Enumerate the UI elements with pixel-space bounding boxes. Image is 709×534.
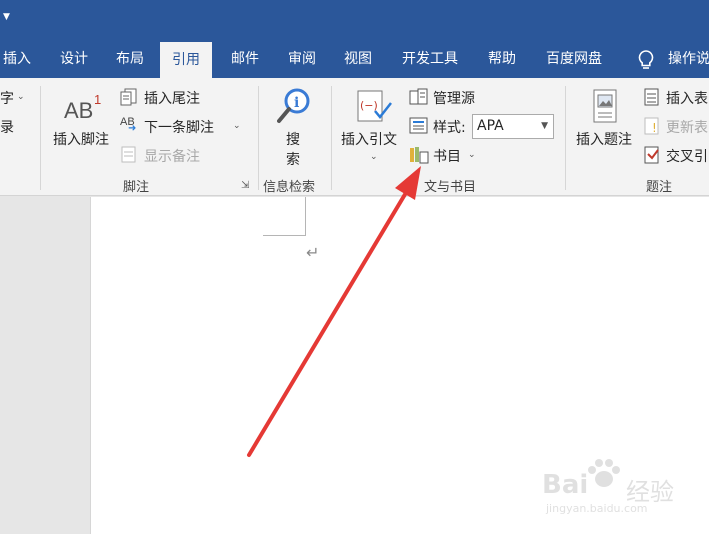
svg-text:(−): (−) (360, 99, 378, 112)
margin-marker-vertical (305, 197, 306, 235)
show-notes-button: 显示备注 (144, 149, 200, 165)
toc-partial-item[interactable]: 字 (0, 88, 14, 108)
cross-reference-button[interactable]: 交叉引 (666, 146, 708, 166)
svg-text:i: i (294, 95, 299, 111)
tab-view[interactable]: 视图 (341, 40, 375, 78)
research-group-label: 信息检索 (263, 180, 316, 195)
chevron-down-icon[interactable]: ⌄ (468, 150, 476, 160)
lightbulb-icon[interactable] (636, 49, 656, 71)
tab-help[interactable]: 帮助 (485, 40, 519, 78)
svg-text:!: ! (652, 121, 657, 135)
title-bar: ▼ (0, 0, 709, 40)
group-separator (565, 86, 566, 190)
dialog-launcher-icon[interactable]: ⇲ (241, 180, 249, 191)
insert-table-of-figures-icon[interactable] (644, 88, 660, 106)
group-separator (40, 86, 41, 190)
insert-citation-button[interactable]: 插入引文 (341, 129, 397, 149)
next-footnote-icon[interactable]: AB ➜ (120, 116, 142, 134)
bibliography-icon[interactable] (409, 146, 429, 164)
manage-sources-button[interactable]: 管理源 (433, 88, 475, 108)
tab-references[interactable]: 引用 (160, 42, 212, 78)
watermark-brand: Bai (542, 470, 589, 500)
group-separator (258, 86, 259, 190)
document-background (0, 197, 90, 534)
captions-group-label: 题注 (646, 180, 673, 195)
search-icon[interactable]: i (277, 86, 313, 126)
chevron-down-icon[interactable]: ⌄ (233, 121, 241, 131)
tab-review[interactable]: 审阅 (285, 40, 319, 78)
watermark-url: jingyan.baidu.com (546, 502, 648, 515)
margin-marker-horizontal (263, 235, 306, 236)
footnote-superscript: 1 (94, 92, 102, 107)
style-icon (409, 117, 428, 134)
ribbon-tab-bar: 插入 设计 布局 引用 邮件 审阅 视图 开发工具 帮助 百度网盘 (0, 40, 709, 78)
tab-design[interactable]: 设计 (57, 40, 91, 78)
insert-footnote-icon[interactable]: AB 1 (64, 92, 104, 124)
quick-access-dropdown-icon[interactable]: ▼ (3, 12, 10, 22)
insert-table-of-figures-button[interactable]: 插入表 (666, 88, 708, 108)
insert-footnote-button[interactable]: 插入脚注 (53, 129, 109, 149)
chevron-down-icon: ▼ (541, 121, 548, 131)
style-label: 样式: (433, 120, 466, 136)
search-button[interactable]: 搜 (286, 129, 300, 149)
insert-caption-button[interactable]: 插入题注 (576, 129, 632, 149)
paw-logo-icon (588, 459, 620, 487)
group-separator (331, 86, 332, 190)
tab-baidu-disk[interactable]: 百度网盘 (543, 40, 605, 78)
show-notes-icon (121, 146, 136, 163)
insert-endnote-icon[interactable] (120, 88, 138, 106)
tab-developer[interactable]: 开发工具 (399, 40, 461, 78)
bibliography-button[interactable]: 书目 (433, 146, 461, 166)
footnote-ab-text: AB (64, 98, 94, 123)
insert-endnote-button[interactable]: 插入尾注 (144, 88, 200, 108)
insert-caption-icon[interactable] (592, 89, 620, 125)
chevron-down-icon[interactable]: ⌄ (17, 92, 25, 102)
insert-citation-icon[interactable]: (−) (355, 89, 393, 125)
toc-partial-item-2[interactable]: 录 (0, 117, 14, 137)
update-table-button: 更新表 (666, 120, 708, 136)
manage-sources-icon[interactable] (409, 88, 429, 106)
baidu-watermark: Bai 经验 jingyan.baidu.com (540, 458, 705, 520)
footnotes-group-label: 脚注 (123, 180, 150, 195)
next-footnote-arrow: ➜ (128, 123, 137, 134)
next-footnote-button[interactable]: 下一条脚注 (144, 117, 214, 137)
chevron-down-icon[interactable]: ⌄ (370, 152, 378, 162)
citation-style-select[interactable]: APA ▼ (472, 114, 554, 139)
update-table-icon: ! (644, 117, 659, 135)
tab-layout[interactable]: 布局 (113, 40, 147, 78)
tell-me-text[interactable]: 操作说 (668, 40, 709, 78)
cross-reference-icon[interactable] (644, 146, 662, 164)
citations-group-label: 文与书目 (424, 180, 477, 195)
citation-style-value: APA (477, 118, 504, 134)
tab-mailings[interactable]: 邮件 (228, 40, 262, 78)
search-button-line2[interactable]: 索 (286, 149, 300, 169)
tab-insert[interactable]: 插入 (0, 40, 34, 78)
paragraph-mark: ↵ (306, 243, 320, 262)
